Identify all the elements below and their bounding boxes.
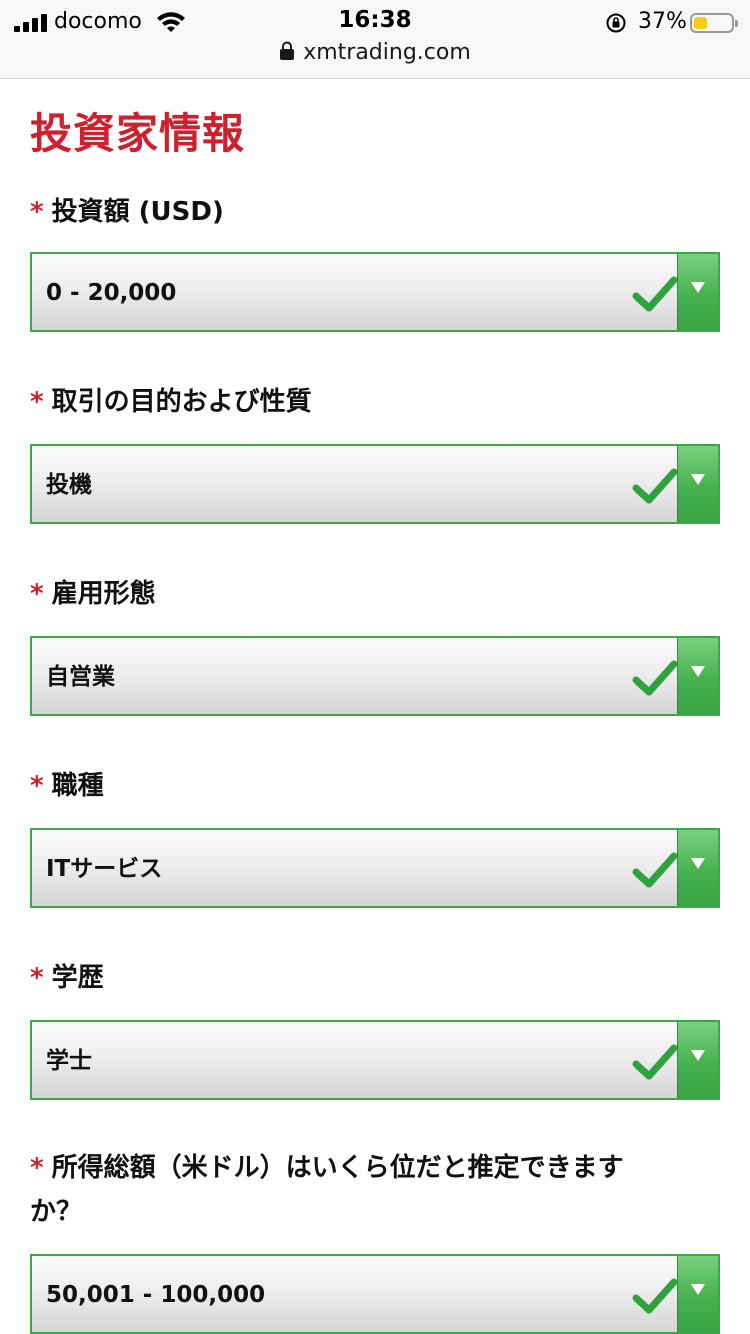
trading-purpose-field: * 取引の目的および性質 投機 (30, 380, 720, 524)
required-asterisk: * (30, 579, 44, 609)
education-select[interactable]: 学士 (30, 1020, 720, 1100)
padlock-icon (280, 41, 295, 60)
annual-income-select[interactable]: 50,001 - 100,000 (30, 1254, 720, 1334)
field-label-text: 雇用形態 (51, 579, 156, 609)
field-label-text: 所得総額（米ドル）はいくら位だと推定できます (51, 1153, 624, 1183)
investment-amount-field: * 投資額 (USD) 0 - 20,000 (30, 190, 720, 332)
address-bar[interactable]: xmtrading.com (0, 40, 750, 70)
field-label-text: 職種 (51, 771, 104, 801)
annual-income-field: * 所得総額（米ドル）はいくら位だと推定できます か？ 50,001 - 100,… (30, 1146, 720, 1334)
page-title: 投資家情報 (30, 109, 246, 158)
select-value: 0 - 20,000 (46, 280, 177, 306)
dropdown-button[interactable] (677, 254, 718, 330)
battery-icon (690, 13, 738, 33)
dropdown-button[interactable] (677, 446, 718, 522)
triangle-down-icon (691, 666, 705, 677)
checkmark-icon (632, 468, 678, 504)
triangle-down-icon (691, 858, 705, 869)
rotation-lock-icon (606, 13, 626, 33)
triangle-down-icon (691, 1284, 705, 1295)
trading-purpose-select[interactable]: 投機 (30, 444, 720, 524)
required-asterisk: * (30, 1153, 44, 1183)
status-bar: docomo 16:38 37% (0, 4, 750, 40)
select-value: 自営業 (46, 664, 115, 690)
field-label: * 職種 (30, 764, 720, 808)
url-text: xmtrading.com (303, 40, 471, 65)
education-field: * 学歴 学士 (30, 956, 720, 1100)
select-value: 投機 (46, 472, 92, 498)
required-asterisk: * (30, 963, 44, 993)
triangle-down-icon (691, 282, 705, 293)
checkmark-icon (632, 1278, 678, 1314)
checkmark-icon (632, 276, 678, 312)
dropdown-button[interactable] (677, 1022, 718, 1098)
select-value: ITサービス (46, 856, 163, 882)
triangle-down-icon (691, 474, 705, 485)
battery-percentage: 37% (638, 9, 687, 34)
field-label-text: 投資額 (USD) (51, 197, 224, 227)
checkmark-icon (632, 1044, 678, 1080)
required-asterisk: * (30, 197, 44, 227)
employment-status-field: * 雇用形態 自営業 (30, 572, 720, 716)
field-label: * 雇用形態 (30, 572, 720, 616)
dropdown-button[interactable] (677, 830, 718, 906)
field-label-text: 学歴 (51, 963, 104, 993)
investment-amount-select[interactable]: 0 - 20,000 (30, 252, 720, 332)
triangle-down-icon (691, 1050, 705, 1061)
field-label-text: 取引の目的および性質 (51, 387, 312, 417)
field-label-continued: か？ (30, 1197, 83, 1227)
field-label: * 投資額 (USD) (30, 190, 720, 234)
dropdown-button[interactable] (677, 1256, 718, 1332)
select-value: 50,001 - 100,000 (46, 1282, 266, 1308)
checkmark-icon (632, 660, 678, 696)
checkmark-icon (632, 852, 678, 888)
browser-top-bar: docomo 16:38 37% xmtrading.com (0, 0, 750, 79)
required-asterisk: * (30, 771, 44, 801)
occupation-field: * 職種 ITサービス (30, 764, 720, 908)
occupation-select[interactable]: ITサービス (30, 828, 720, 908)
dropdown-button[interactable] (677, 638, 718, 714)
field-label: * 所得総額（米ドル）はいくら位だと推定できます (30, 1146, 720, 1190)
employment-status-select[interactable]: 自営業 (30, 636, 720, 716)
select-value: 学士 (46, 1048, 92, 1074)
required-asterisk: * (30, 387, 44, 417)
field-label: * 取引の目的および性質 (30, 380, 720, 424)
field-label: * 学歴 (30, 956, 720, 1000)
